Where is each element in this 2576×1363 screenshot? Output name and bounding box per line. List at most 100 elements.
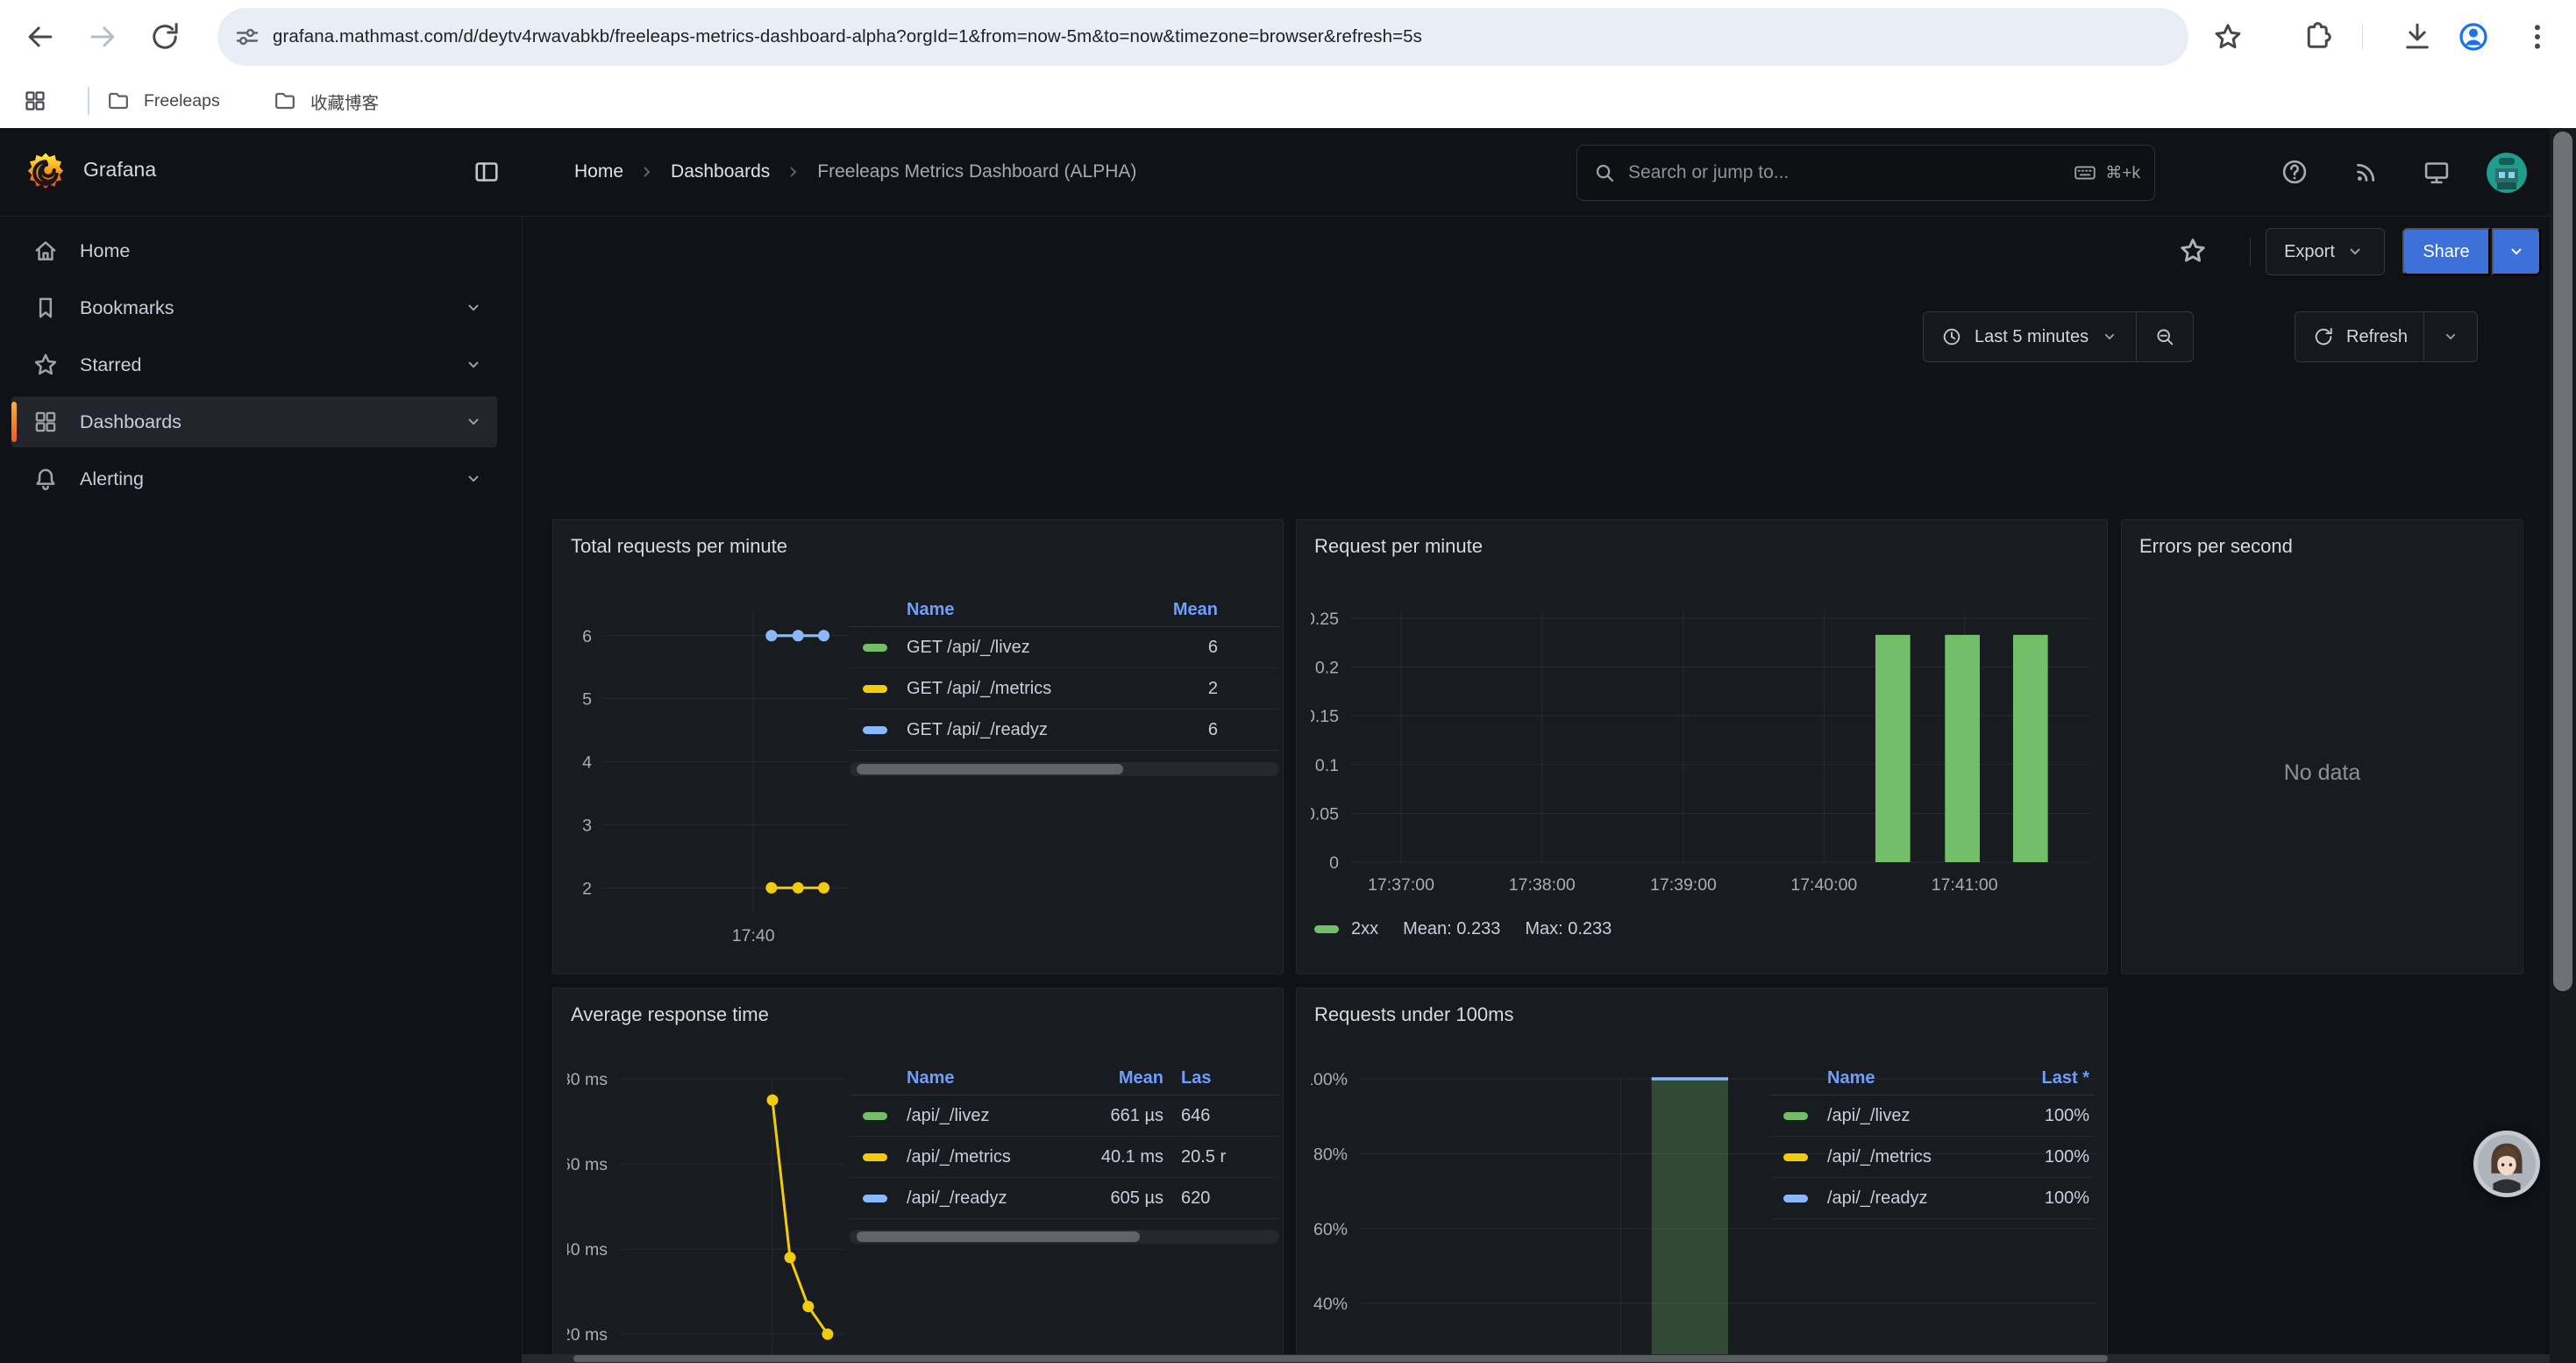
panel-title[interactable]: Requests under 100ms <box>1297 988 2107 1026</box>
svg-text:0: 0 <box>1329 853 1339 873</box>
data-point <box>793 882 804 894</box>
svg-text:60%: 60% <box>1313 1220 1348 1239</box>
panel-0: Total requests per minute6543217:40NameM… <box>552 519 1284 974</box>
series-name[interactable]: 2xx <box>1351 919 1378 939</box>
series-color-dash <box>863 1195 887 1202</box>
panel-title[interactable]: Request per minute <box>1297 520 2107 558</box>
legend-col-name[interactable]: Name <box>1827 1068 2005 1088</box>
assistant-avatar[interactable] <box>2473 1130 2541 1198</box>
series-line <box>772 1100 828 1334</box>
legend-col-header[interactable]: Mean <box>1121 600 1218 620</box>
reload-icon[interactable] <box>147 19 182 54</box>
browser-menu-icon[interactable] <box>2520 19 2555 54</box>
svg-text:3: 3 <box>582 816 592 835</box>
svg-text:20 ms: 20 ms <box>567 1325 608 1345</box>
svg-text:4: 4 <box>582 753 592 773</box>
bookmarks-separator <box>88 87 89 115</box>
series-name[interactable]: /api/_/metrics <box>1827 1147 2005 1167</box>
legend-scrollbar-thumb[interactable] <box>857 1231 1140 1242</box>
series-stat: Mean: 0.233 <box>1403 919 1500 939</box>
legend-row: /api/_/metrics100% <box>1770 1137 2095 1178</box>
forward-icon[interactable] <box>85 19 120 54</box>
vertical-scrollbar[interactable] <box>2550 128 2576 1363</box>
bookmark-page-icon[interactable] <box>2210 19 2245 54</box>
legend-row: GET /api/_/readyz6 <box>850 710 1279 751</box>
data-point <box>793 630 804 641</box>
series-value: 605 µs <box>1058 1188 1163 1209</box>
browser-toolbar: grafana.mathmast.com/d/deytv4rwavabkb/fr… <box>0 0 2576 74</box>
series-name[interactable]: GET /api/_/readyz <box>907 720 1121 740</box>
legend-col-header[interactable]: Las <box>1181 1068 1279 1088</box>
series-value: 661 µs <box>1058 1106 1163 1126</box>
svg-text:17:37:00: 17:37:00 <box>1368 875 1434 895</box>
legend-table: NameLast */api/_/livez 100% /api/_/metrics… <box>1770 1062 2095 1219</box>
legend-scrollbar-thumb[interactable] <box>857 764 1123 774</box>
svg-text:17:39:00: 17:39:00 <box>1650 875 1717 895</box>
series-color-dash <box>863 726 887 734</box>
panel-4: Requests under 100ms100%80%60%40%20%0%17… <box>1296 988 2108 1363</box>
svg-text:0.15: 0.15 <box>1311 707 1339 726</box>
series-value: 6 <box>1121 638 1218 658</box>
series-color-dash <box>1783 1153 1808 1161</box>
bookmark-label: 收藏博客 <box>310 89 379 114</box>
vertical-scrollbar-thumb[interactable] <box>2553 132 2572 991</box>
legend-col-header[interactable]: Last * <box>2005 1068 2089 1088</box>
downloads-icon[interactable] <box>2400 19 2435 54</box>
series-value: 6 <box>1121 720 1218 740</box>
chart-plot: 80 ms60 ms40 ms20 ms0 s17:40 <box>567 1072 870 1363</box>
series-name[interactable]: GET /api/_/livez <box>907 638 1121 658</box>
series-value: 646 <box>1181 1106 1279 1126</box>
profile-icon[interactable] <box>2456 19 2491 54</box>
series-value: 20.5 r <box>1181 1147 1279 1167</box>
bookmark-item[interactable]: Freeleaps <box>93 81 232 121</box>
panel-title[interactable]: Total requests per minute <box>553 520 1283 558</box>
panel-title[interactable]: Errors per second <box>2122 520 2523 558</box>
bookmark-label: Freeleaps <box>144 91 220 111</box>
series-name[interactable]: /api/_/metrics <box>907 1147 1058 1167</box>
data-point <box>765 630 777 641</box>
chart-plot: 00.050.10.150.20.2517:37:0017:38:0017:39… <box>1311 603 2096 906</box>
apps-grid-icon[interactable] <box>21 87 49 115</box>
series-value: 40.1 ms <box>1058 1147 1163 1167</box>
site-info-icon[interactable] <box>233 23 261 51</box>
panel-2: Errors per second No data <box>2121 519 2523 974</box>
panel-title[interactable]: Average response time <box>553 988 1283 1026</box>
back-icon[interactable] <box>23 19 58 54</box>
grafana-app: Grafana HomeDashboardsFreeleaps Metrics … <box>0 128 2576 1363</box>
extensions-icon[interactable] <box>2299 19 2334 54</box>
legend-row: GET /api/_/metrics2 <box>850 668 1279 710</box>
legend-scrollbar[interactable] <box>850 762 1279 776</box>
horizontal-scrollbar-thumb[interactable] <box>573 1355 2108 1362</box>
legend-scrollbar[interactable] <box>850 1230 1279 1244</box>
svg-text:17:40:00: 17:40:00 <box>1790 875 1857 895</box>
legend-col-header[interactable]: Mean <box>1058 1068 1163 1088</box>
series-name[interactable]: /api/_/readyz <box>1827 1188 2005 1209</box>
no-data-message: No data <box>2122 573 2523 974</box>
series-name[interactable]: GET /api/_/metrics <box>907 679 1121 699</box>
svg-text:0.2: 0.2 <box>1315 659 1339 678</box>
series-name[interactable]: /api/_/livez <box>907 1106 1058 1126</box>
svg-text:80 ms: 80 ms <box>567 1072 608 1089</box>
legend-header-row: NameMean Las <box>850 1062 1279 1095</box>
legend-row: /api/_/metrics40.1 ms 20.5 r <box>850 1137 1279 1178</box>
svg-text:17:38:00: 17:38:00 <box>1509 875 1576 895</box>
series-name[interactable]: /api/_/livez <box>1827 1106 2005 1126</box>
address-bar[interactable]: grafana.mathmast.com/d/deytv4rwavabkb/fr… <box>217 8 2188 66</box>
data-point <box>766 1095 778 1106</box>
svg-text:0.1: 0.1 <box>1315 756 1339 775</box>
toolbar-separator <box>2362 25 2363 49</box>
svg-text:6: 6 <box>582 627 592 646</box>
series-value: 100% <box>2005 1188 2089 1209</box>
series-color-dash <box>863 644 887 652</box>
series-name[interactable]: /api/_/readyz <box>907 1188 1058 1209</box>
legend-dash-placeholder <box>863 1074 887 1082</box>
legend-col-name[interactable]: Name <box>907 1068 1058 1088</box>
legend-dash-placeholder <box>863 606 887 614</box>
legend-col-name[interactable]: Name <box>907 600 1121 620</box>
url-text[interactable]: grafana.mathmast.com/d/deytv4rwavabkb/fr… <box>273 26 1422 47</box>
folder-icon <box>105 88 132 114</box>
horizontal-scrollbar[interactable] <box>523 1354 2550 1363</box>
series-color-dash <box>1783 1195 1808 1202</box>
svg-text:2: 2 <box>582 879 592 898</box>
bookmark-item[interactable]: 收藏博客 <box>260 81 391 121</box>
